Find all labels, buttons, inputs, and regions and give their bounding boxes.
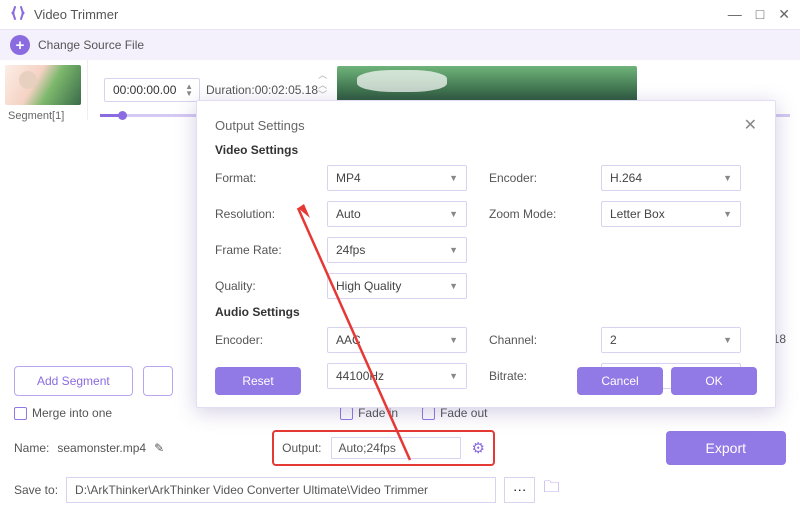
channel-label: Channel:	[489, 333, 579, 347]
output-label: Output:	[282, 441, 321, 455]
output-settings-modal: Output Settings ✕ Video Settings Format:…	[196, 100, 776, 408]
format-select[interactable]: MP4▼	[327, 165, 467, 191]
gear-icon[interactable]: ⚙	[471, 439, 484, 457]
ok-button[interactable]: OK	[671, 367, 757, 395]
saveto-label: Save to:	[14, 483, 58, 497]
browse-button[interactable]: ···	[504, 477, 535, 503]
close-icon[interactable]: ✕	[744, 115, 757, 135]
duration-value: 00:02:05.18	[255, 83, 318, 97]
start-time-spinner[interactable]: ▲▼	[185, 83, 193, 97]
secondary-button[interactable]	[143, 366, 173, 396]
open-folder-icon[interactable]: 🗀	[543, 476, 559, 503]
name-value: seamonster.mp4	[57, 441, 146, 455]
app-logo-icon	[10, 5, 26, 24]
change-source-label[interactable]: Change Source File	[38, 38, 144, 52]
encoder-audio-label: Encoder:	[215, 333, 305, 347]
source-bar: + Change Source File	[0, 30, 800, 60]
encoder-audio-select[interactable]: AAC▼	[327, 327, 467, 353]
close-window-button[interactable]: ✕	[778, 6, 790, 23]
output-box: Output: ⚙	[272, 430, 495, 466]
encoder-video-select[interactable]: H.264▼	[601, 165, 741, 191]
video-settings-header: Video Settings	[215, 143, 757, 157]
quality-select[interactable]: High Quality▼	[327, 273, 467, 299]
audio-settings-header: Audio Settings	[215, 305, 757, 319]
framerate-select[interactable]: 24fps▼	[327, 237, 467, 263]
fadein-checkbox[interactable]: Fade in	[340, 406, 398, 420]
merge-checkbox[interactable]: Merge into one	[14, 406, 112, 420]
modal-title: Output Settings	[215, 118, 305, 133]
zoom-select[interactable]: Letter Box▼	[601, 201, 741, 227]
minimize-button[interactable]: —	[728, 6, 742, 23]
zoom-label: Zoom Mode:	[489, 207, 579, 221]
add-segment-button[interactable]: Add Segment	[14, 366, 133, 396]
name-label: Name:	[14, 441, 49, 455]
format-label: Format:	[215, 171, 305, 185]
resolution-label: Resolution:	[215, 207, 305, 221]
maximize-button[interactable]: □	[756, 6, 764, 23]
reset-button[interactable]: Reset	[215, 367, 301, 395]
add-source-button[interactable]: +	[10, 35, 30, 55]
saveto-path[interactable]	[66, 477, 496, 503]
start-time-input[interactable]	[111, 82, 185, 98]
window-title: Video Trimmer	[34, 7, 118, 22]
titlebar: Video Trimmer — □ ✕	[0, 0, 800, 30]
resolution-select[interactable]: Auto▼	[327, 201, 467, 227]
export-button[interactable]: Export	[666, 431, 786, 465]
segment-list: Segment[1]	[0, 60, 88, 120]
segment-label: Segment[1]	[0, 110, 87, 122]
cancel-button[interactable]: Cancel	[577, 367, 663, 395]
duration-label: Duration:	[206, 83, 255, 97]
framerate-label: Frame Rate:	[215, 243, 305, 257]
timeline-playhead[interactable]	[118, 111, 127, 120]
segment-thumbnail[interactable]	[5, 65, 81, 105]
output-value-field[interactable]	[331, 437, 461, 459]
channel-select[interactable]: 2▼	[601, 327, 741, 353]
encoder-video-label: Encoder:	[489, 171, 579, 185]
quality-label: Quality:	[215, 279, 305, 293]
fadeout-checkbox[interactable]: Fade out	[422, 406, 487, 420]
pencil-icon[interactable]: ✎	[154, 441, 164, 455]
start-time-field[interactable]: ▲▼	[104, 78, 200, 102]
